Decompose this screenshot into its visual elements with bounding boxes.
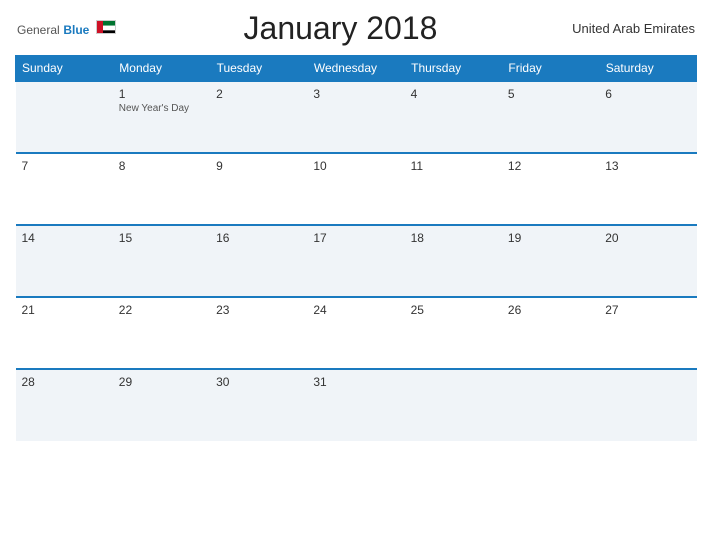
day-number: 16	[216, 231, 301, 245]
calendar-day-cell: 28	[16, 369, 113, 441]
day-number: 18	[411, 231, 496, 245]
day-number: 15	[119, 231, 204, 245]
calendar-day-cell: 11	[405, 153, 502, 225]
calendar-day-cell: 27	[599, 297, 696, 369]
weekday-header-friday: Friday	[502, 56, 599, 82]
calendar-week-row: 14 15 16 17 18 19 20	[16, 225, 697, 297]
calendar-day-cell: 21	[16, 297, 113, 369]
calendar-table: SundayMondayTuesdayWednesdayThursdayFrid…	[15, 55, 697, 441]
calendar-day-cell: 9	[210, 153, 307, 225]
day-number: 29	[119, 375, 204, 389]
day-number: 24	[313, 303, 398, 317]
calendar-day-cell: 5	[502, 81, 599, 153]
day-number: 20	[605, 231, 690, 245]
calendar-day-cell: 25	[405, 297, 502, 369]
calendar-day-cell: 29	[113, 369, 210, 441]
calendar-day-cell	[502, 369, 599, 441]
calendar-day-cell: 10	[307, 153, 404, 225]
calendar-day-cell: 22	[113, 297, 210, 369]
logo-flag-icon	[96, 20, 116, 34]
country-label: United Arab Emirates	[565, 21, 695, 36]
day-number: 4	[411, 87, 496, 101]
calendar-day-cell: 19	[502, 225, 599, 297]
day-number: 10	[313, 159, 398, 173]
day-number: 27	[605, 303, 690, 317]
calendar-container: General Blue January 2018 United Arab Em…	[0, 0, 712, 550]
day-number: 21	[22, 303, 107, 317]
day-number: 14	[22, 231, 107, 245]
calendar-header: General Blue January 2018 United Arab Em…	[15, 10, 697, 47]
calendar-day-cell: 24	[307, 297, 404, 369]
day-number: 30	[216, 375, 301, 389]
day-number: 6	[605, 87, 690, 101]
weekday-header-monday: Monday	[113, 56, 210, 82]
day-number: 8	[119, 159, 204, 173]
day-number: 2	[216, 87, 301, 101]
day-number: 9	[216, 159, 301, 173]
logo-blue-text: Blue	[63, 23, 89, 37]
weekday-header-thursday: Thursday	[405, 56, 502, 82]
month-title: January 2018	[116, 10, 565, 47]
calendar-week-row: 789 10 11 12 13	[16, 153, 697, 225]
calendar-day-cell: 23	[210, 297, 307, 369]
calendar-day-cell: 6	[599, 81, 696, 153]
calendar-day-cell: 1 New Year's Day	[113, 81, 210, 153]
calendar-day-cell	[405, 369, 502, 441]
calendar-week-row: 1 New Year's Day 23456	[16, 81, 697, 153]
calendar-week-row: 28 29 30 31	[16, 369, 697, 441]
calendar-day-cell: 7	[16, 153, 113, 225]
day-number: 3	[313, 87, 398, 101]
day-number: 17	[313, 231, 398, 245]
calendar-day-cell	[599, 369, 696, 441]
day-number: 31	[313, 375, 398, 389]
day-number: 23	[216, 303, 301, 317]
logo: General Blue	[17, 20, 116, 37]
calendar-day-cell: 12	[502, 153, 599, 225]
calendar-day-cell: 16	[210, 225, 307, 297]
calendar-day-cell: 4	[405, 81, 502, 153]
calendar-day-cell	[16, 81, 113, 153]
day-number: 22	[119, 303, 204, 317]
day-number: 1	[119, 87, 204, 101]
logo-general-text: General	[17, 23, 60, 37]
weekday-header-sunday: Sunday	[16, 56, 113, 82]
day-number: 7	[22, 159, 107, 173]
calendar-day-cell: 17	[307, 225, 404, 297]
day-number: 26	[508, 303, 593, 317]
calendar-day-cell: 14	[16, 225, 113, 297]
calendar-day-cell: 18	[405, 225, 502, 297]
calendar-day-cell: 26	[502, 297, 599, 369]
weekday-header-row: SundayMondayTuesdayWednesdayThursdayFrid…	[16, 56, 697, 82]
calendar-day-cell: 31	[307, 369, 404, 441]
day-number: 13	[605, 159, 690, 173]
day-number: 28	[22, 375, 107, 389]
calendar-day-cell: 20	[599, 225, 696, 297]
day-number: 19	[508, 231, 593, 245]
day-number: 5	[508, 87, 593, 101]
calendar-day-cell: 8	[113, 153, 210, 225]
calendar-day-cell: 15	[113, 225, 210, 297]
day-number: 25	[411, 303, 496, 317]
day-number: 12	[508, 159, 593, 173]
calendar-day-cell: 30	[210, 369, 307, 441]
weekday-header-saturday: Saturday	[599, 56, 696, 82]
holiday-name: New Year's Day	[119, 103, 204, 114]
weekday-header-wednesday: Wednesday	[307, 56, 404, 82]
calendar-day-cell: 13	[599, 153, 696, 225]
weekday-header-tuesday: Tuesday	[210, 56, 307, 82]
calendar-day-cell: 3	[307, 81, 404, 153]
calendar-week-row: 21 22 23 24 25 26 27	[16, 297, 697, 369]
day-number: 11	[411, 159, 496, 173]
calendar-day-cell: 2	[210, 81, 307, 153]
